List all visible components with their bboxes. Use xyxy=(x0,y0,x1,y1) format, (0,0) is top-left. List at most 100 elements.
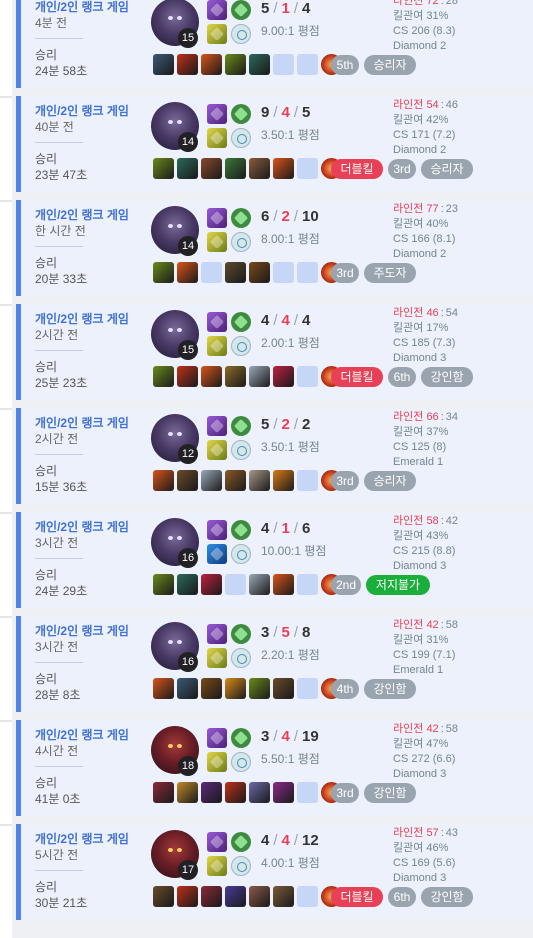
item-icon[interactable] xyxy=(153,366,174,387)
keystone-rune-icon[interactable] xyxy=(231,624,251,644)
item-icon[interactable] xyxy=(201,782,222,803)
item-icon[interactable] xyxy=(273,574,294,595)
keystone-rune-icon[interactable] xyxy=(231,208,251,228)
spell-ignite-icon[interactable] xyxy=(207,416,227,436)
empty-item-slot[interactable] xyxy=(297,470,318,491)
spell-ignite-icon[interactable] xyxy=(207,312,227,332)
item-icon[interactable] xyxy=(225,158,246,179)
item-icon[interactable] xyxy=(225,262,246,283)
secondary-rune-icon[interactable] xyxy=(231,440,251,460)
spell-ignite-icon[interactable] xyxy=(207,624,227,644)
empty-item-slot[interactable] xyxy=(297,158,318,179)
item-icon[interactable] xyxy=(177,54,198,75)
secondary-rune-icon[interactable] xyxy=(231,544,251,564)
secondary-rune-icon[interactable] xyxy=(231,752,251,772)
keystone-rune-icon[interactable] xyxy=(231,312,251,332)
item-icon[interactable] xyxy=(177,366,198,387)
match-card[interactable]: 개인/2인 랭크 게임 한 시간 전 승리 20분 33초 14 6/2/10 … xyxy=(16,200,533,296)
item-icon[interactable] xyxy=(249,782,270,803)
item-icon[interactable] xyxy=(273,158,294,179)
spell-ghost-icon[interactable] xyxy=(207,544,227,564)
secondary-rune-icon[interactable] xyxy=(231,336,251,356)
secondary-rune-icon[interactable] xyxy=(231,856,251,876)
spell-flash-icon[interactable] xyxy=(207,856,227,876)
secondary-rune-icon[interactable] xyxy=(231,232,251,252)
item-icon[interactable] xyxy=(153,54,174,75)
item-icon[interactable] xyxy=(201,54,222,75)
match-card[interactable]: 개인/2인 랭크 게임 2시간 전 승리 15분 36초 12 5/2/2 3.… xyxy=(16,408,533,504)
item-icon[interactable] xyxy=(225,782,246,803)
keystone-rune-icon[interactable] xyxy=(231,0,251,20)
empty-item-slot[interactable] xyxy=(201,262,222,283)
empty-item-slot[interactable] xyxy=(297,574,318,595)
item-icon[interactable] xyxy=(201,470,222,491)
item-icon[interactable] xyxy=(153,678,174,699)
empty-item-slot[interactable] xyxy=(297,782,318,803)
item-icon[interactable] xyxy=(153,782,174,803)
item-icon[interactable] xyxy=(177,782,198,803)
item-icon[interactable] xyxy=(249,158,270,179)
empty-item-slot[interactable] xyxy=(297,886,318,907)
match-card[interactable]: 개인/2인 랭크 게임 4시간 전 승리 41분 0초 18 3/4/19 5.… xyxy=(16,720,533,816)
item-icon[interactable] xyxy=(177,262,198,283)
item-icon[interactable] xyxy=(153,158,174,179)
item-icon[interactable] xyxy=(273,678,294,699)
match-card[interactable]: 개인/2인 랭크 게임 40분 전 승리 23분 47초 14 9/4/5 3.… xyxy=(16,96,533,192)
item-icon[interactable] xyxy=(177,886,198,907)
empty-item-slot[interactable] xyxy=(273,262,294,283)
item-icon[interactable] xyxy=(249,470,270,491)
match-card[interactable]: 개인/2인 랭크 게임 3시간 전 승리 24분 29초 16 4/1/6 10… xyxy=(16,512,533,608)
spell-flash-icon[interactable] xyxy=(207,752,227,772)
spell-flash-icon[interactable] xyxy=(207,336,227,356)
item-icon[interactable] xyxy=(201,678,222,699)
spell-flash-icon[interactable] xyxy=(207,440,227,460)
item-icon[interactable] xyxy=(249,262,270,283)
spell-ignite-icon[interactable] xyxy=(207,832,227,852)
spell-flash-icon[interactable] xyxy=(207,648,227,668)
match-card[interactable]: 개인/2인 랭크 게임 2시간 전 승리 25분 23초 15 4/4/4 2.… xyxy=(16,304,533,400)
spell-ignite-icon[interactable] xyxy=(207,104,227,124)
empty-item-slot[interactable] xyxy=(297,54,318,75)
item-icon[interactable] xyxy=(153,886,174,907)
keystone-rune-icon[interactable] xyxy=(231,728,251,748)
item-icon[interactable] xyxy=(153,470,174,491)
item-icon[interactable] xyxy=(177,678,198,699)
item-icon[interactable] xyxy=(225,886,246,907)
item-icon[interactable] xyxy=(225,470,246,491)
match-card[interactable]: 개인/2인 랭크 게임 5시간 전 승리 30분 21초 17 4/4/12 4… xyxy=(16,824,533,920)
spell-ignite-icon[interactable] xyxy=(207,728,227,748)
item-icon[interactable] xyxy=(273,366,294,387)
item-icon[interactable] xyxy=(177,470,198,491)
spell-ignite-icon[interactable] xyxy=(207,0,227,20)
item-icon[interactable] xyxy=(249,366,270,387)
empty-item-slot[interactable] xyxy=(297,366,318,387)
empty-item-slot[interactable] xyxy=(225,574,246,595)
item-icon[interactable] xyxy=(201,886,222,907)
empty-item-slot[interactable] xyxy=(273,54,294,75)
spell-flash-icon[interactable] xyxy=(207,24,227,44)
empty-item-slot[interactable] xyxy=(297,262,318,283)
spell-ignite-icon[interactable] xyxy=(207,520,227,540)
match-card[interactable]: 개인/2인 랭크 게임 3시간 전 승리 28분 8초 16 3/5/8 2.2… xyxy=(16,616,533,712)
spell-flash-icon[interactable] xyxy=(207,232,227,252)
item-icon[interactable] xyxy=(201,366,222,387)
item-icon[interactable] xyxy=(201,158,222,179)
item-icon[interactable] xyxy=(249,574,270,595)
item-icon[interactable] xyxy=(153,262,174,283)
item-icon[interactable] xyxy=(225,54,246,75)
keystone-rune-icon[interactable] xyxy=(231,832,251,852)
item-icon[interactable] xyxy=(177,158,198,179)
item-icon[interactable] xyxy=(249,886,270,907)
spell-flash-icon[interactable] xyxy=(207,128,227,148)
secondary-rune-icon[interactable] xyxy=(231,648,251,668)
secondary-rune-icon[interactable] xyxy=(231,24,251,44)
item-icon[interactable] xyxy=(273,470,294,491)
item-icon[interactable] xyxy=(153,574,174,595)
item-icon[interactable] xyxy=(249,678,270,699)
keystone-rune-icon[interactable] xyxy=(231,416,251,436)
keystone-rune-icon[interactable] xyxy=(231,520,251,540)
item-icon[interactable] xyxy=(249,54,270,75)
keystone-rune-icon[interactable] xyxy=(231,104,251,124)
item-icon[interactable] xyxy=(273,886,294,907)
item-icon[interactable] xyxy=(225,366,246,387)
